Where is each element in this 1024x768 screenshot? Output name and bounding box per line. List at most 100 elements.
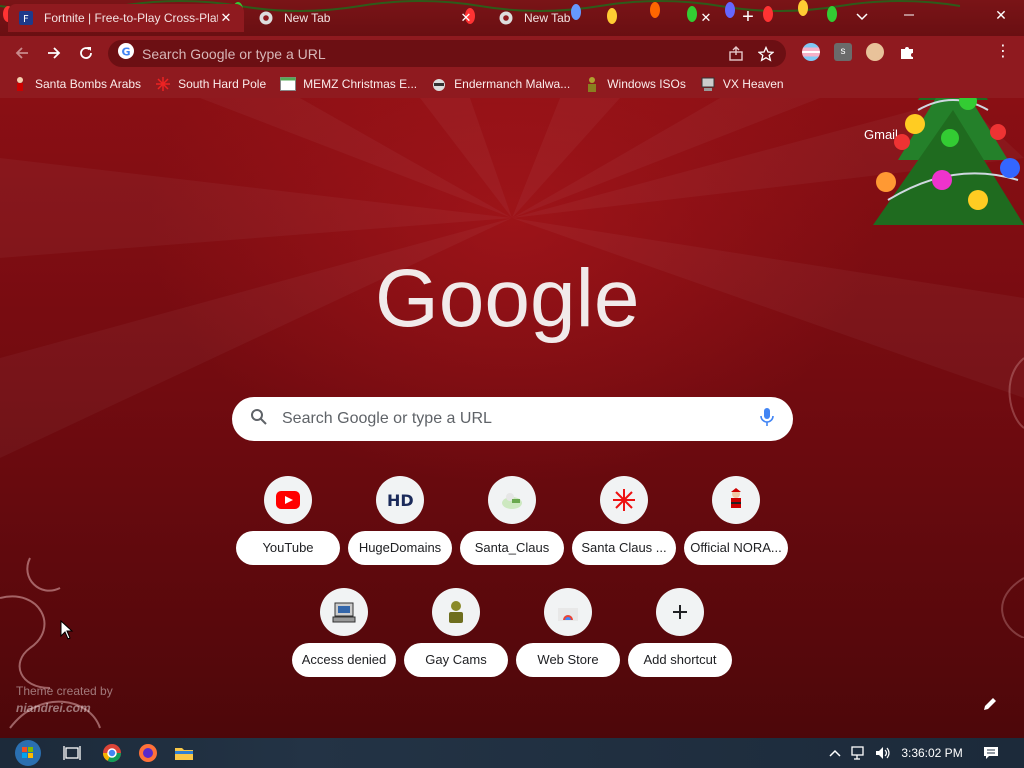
shortcut-label: HugeDomains bbox=[348, 531, 452, 565]
shortcut-label: Official NORA... bbox=[684, 531, 788, 565]
network-icon[interactable] bbox=[850, 738, 868, 768]
fortnite-favicon-icon: F bbox=[18, 10, 34, 26]
norad-santa-icon bbox=[712, 476, 760, 524]
google-logo: Google bbox=[375, 260, 639, 344]
menu-kebab-icon[interactable]: ⋮ bbox=[994, 43, 1012, 61]
shortcut-label: Access denied bbox=[292, 643, 396, 677]
tab-new-tab-1[interactable]: New Tab ✕ bbox=[248, 4, 484, 32]
web-store-icon bbox=[544, 588, 592, 636]
santa-claus-icon bbox=[488, 476, 536, 524]
windows-taskbar: 3:36:02 PM bbox=[0, 738, 1024, 768]
extensions-puzzle-icon[interactable] bbox=[898, 43, 916, 61]
shortcut-label: Gay Cams bbox=[404, 643, 508, 677]
forward-arrow-icon[interactable] bbox=[42, 41, 66, 65]
new-tab-plus-icon[interactable]: + bbox=[738, 7, 758, 27]
plus-icon bbox=[656, 588, 704, 636]
tab-search-chevron-icon[interactable] bbox=[852, 8, 872, 26]
browser-toolbar: G Search Google or type a URL s ⋮ bbox=[0, 36, 1024, 70]
reload-icon[interactable] bbox=[74, 41, 98, 65]
microphone-icon[interactable] bbox=[759, 407, 775, 432]
share-icon[interactable] bbox=[726, 44, 746, 64]
address-bar-placeholder: Search Google or type a URL bbox=[142, 45, 326, 62]
extension-face-icon[interactable] bbox=[866, 43, 884, 61]
bookmark-star-icon[interactable] bbox=[756, 44, 776, 64]
figure-icon bbox=[584, 76, 600, 92]
snowflake-icon bbox=[155, 76, 171, 92]
start-button-icon[interactable] bbox=[12, 738, 44, 768]
swirl-ornament-decoration bbox=[1001, 357, 1024, 638]
search-box[interactable]: Search Google or type a URL bbox=[232, 397, 793, 441]
shortcut-santa-claus-2[interactable]: Santa Claus ... bbox=[572, 476, 676, 568]
mouse-cursor-icon bbox=[60, 620, 74, 640]
computer-icon bbox=[320, 588, 368, 636]
computer-icon bbox=[700, 76, 716, 92]
shortcut-label: Santa Claus ... bbox=[572, 531, 676, 565]
chrome-favicon-icon bbox=[258, 10, 274, 26]
theme-credit-text: Theme created by bbox=[16, 684, 113, 698]
bookmark-label: VX Heaven bbox=[722, 77, 784, 91]
svg-text:HD: HD bbox=[387, 491, 413, 509]
address-bar[interactable]: G Search Google or type a URL bbox=[108, 40, 786, 67]
bookmark-label: Endermanch Malwa... bbox=[454, 77, 571, 91]
shortcut-web-store[interactable]: Web Store bbox=[516, 588, 620, 680]
add-shortcut-button[interactable]: Add shortcut bbox=[628, 588, 732, 680]
bookmark-label: Santa Bombs Arabs bbox=[35, 77, 142, 91]
minimize-icon[interactable] bbox=[886, 0, 932, 30]
shortcut-label: Add shortcut bbox=[628, 643, 732, 677]
bookmarks-bar: Santa Bombs Arabs South Hard Pole MEMZ C… bbox=[0, 70, 1024, 98]
christmas-tree-decoration bbox=[873, 98, 1024, 225]
bookmark-endermanch-malware[interactable]: Endermanch Malwa... bbox=[431, 76, 570, 92]
bookmark-santa-bombs-arabs[interactable]: Santa Bombs Arabs bbox=[12, 76, 141, 92]
shortcut-access-denied[interactable]: Access denied bbox=[292, 588, 396, 680]
show-hidden-icons-chevron-icon[interactable] bbox=[826, 738, 844, 768]
shortcut-hugedomains[interactable]: HD HugeDomains bbox=[348, 476, 452, 568]
shortcut-gay-cams[interactable]: Gay Cams bbox=[404, 588, 508, 680]
youtube-icon bbox=[264, 476, 312, 524]
tab-new-tab-2[interactable]: New Tab ✕ bbox=[488, 4, 724, 32]
volume-icon[interactable] bbox=[874, 738, 892, 768]
bookmark-windows-isos[interactable]: Windows ISOs bbox=[584, 76, 686, 92]
customize-pencil-icon[interactable] bbox=[982, 696, 1002, 716]
google-g-icon: G bbox=[118, 43, 134, 64]
bookmark-memz-christmas[interactable]: MEMZ Christmas E... bbox=[280, 76, 417, 92]
shortcut-official-norad[interactable]: Official NORA... bbox=[684, 476, 788, 568]
theme-credit: Theme created by niandrei.com bbox=[16, 683, 113, 717]
theme-author-link[interactable]: niandrei.com bbox=[16, 700, 113, 717]
file-explorer-icon[interactable] bbox=[172, 741, 196, 765]
santa-icon bbox=[12, 76, 28, 92]
extension-s-icon[interactable]: s bbox=[834, 43, 852, 61]
shortcut-label: Web Store bbox=[516, 643, 620, 677]
task-view-icon[interactable] bbox=[60, 741, 84, 765]
shortcut-santa-claus[interactable]: Santa_Claus bbox=[460, 476, 564, 568]
tab-close-icon[interactable]: ✕ bbox=[698, 10, 714, 26]
shortcut-label: YouTube bbox=[236, 531, 340, 565]
new-tab-page: Gmail Google Search Google or type a URL bbox=[0, 98, 1024, 738]
shortcut-youtube[interactable]: YouTube bbox=[236, 476, 340, 568]
figure-icon bbox=[432, 588, 480, 636]
svg-text:G: G bbox=[122, 46, 131, 59]
svg-text:F: F bbox=[23, 14, 29, 25]
tab-close-icon[interactable]: ✕ bbox=[458, 10, 474, 26]
system-clock[interactable]: 3:36:02 PM bbox=[898, 738, 966, 768]
extension-flag-icon[interactable] bbox=[802, 43, 820, 61]
hd-icon: HD bbox=[376, 476, 424, 524]
tab-close-icon[interactable]: ✕ bbox=[218, 10, 234, 26]
tab-title: New Tab bbox=[524, 11, 571, 25]
google-logo-text: Google bbox=[375, 260, 639, 344]
bookmark-south-hard-pole[interactable]: South Hard Pole bbox=[155, 76, 266, 92]
firefox-taskbar-icon[interactable] bbox=[136, 741, 160, 765]
bookmark-label: South Hard Pole bbox=[178, 77, 267, 91]
bookmark-label: Windows ISOs bbox=[607, 77, 686, 91]
action-center-icon[interactable] bbox=[978, 738, 1004, 768]
shortcut-label: Santa_Claus bbox=[460, 531, 564, 565]
tab-strip: F Fortnite | Free-to-Play Cross-Platform… bbox=[0, 0, 1024, 36]
bookmark-vx-heaven[interactable]: VX Heaven bbox=[700, 76, 784, 92]
bookmark-label: MEMZ Christmas E... bbox=[303, 77, 418, 91]
close-window-icon[interactable]: ✕ bbox=[978, 0, 1024, 30]
chrome-favicon-icon bbox=[498, 10, 514, 26]
snowflake-icon bbox=[600, 476, 648, 524]
back-arrow-icon[interactable] bbox=[10, 41, 34, 65]
tab-fortnite[interactable]: F Fortnite | Free-to-Play Cross-Platform… bbox=[8, 4, 244, 32]
chrome-taskbar-icon[interactable] bbox=[100, 741, 124, 765]
raccoon-icon bbox=[431, 76, 447, 92]
